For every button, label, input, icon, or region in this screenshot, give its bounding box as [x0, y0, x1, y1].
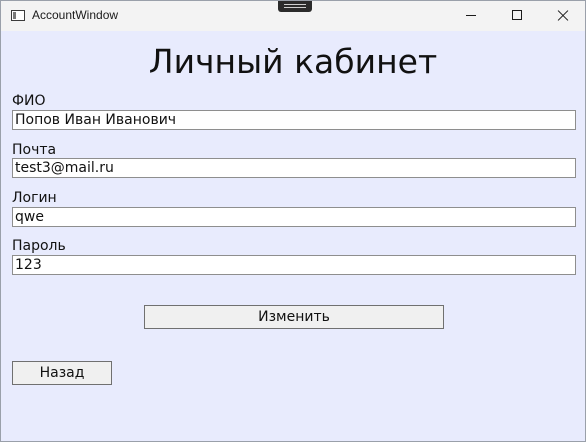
- back-button[interactable]: Назад: [12, 361, 112, 385]
- full-name-field[interactable]: [12, 110, 576, 130]
- account-window: AccountWindow Личный кабинет ФИО Почта Л…: [0, 0, 586, 442]
- title-bar[interactable]: AccountWindow: [1, 1, 585, 31]
- change-button[interactable]: Изменить: [144, 305, 444, 329]
- login-label: Логин: [12, 190, 57, 206]
- maximize-button[interactable]: [494, 1, 540, 31]
- close-button[interactable]: [540, 1, 585, 31]
- password-label: Пароль: [12, 238, 66, 254]
- email-label: Почта: [12, 142, 57, 158]
- window-app-icon: [11, 10, 25, 21]
- page-title: Личный кабинет: [148, 42, 438, 81]
- full-name-label: ФИО: [12, 93, 46, 109]
- password-field[interactable]: [12, 255, 576, 275]
- window-title: AccountWindow: [32, 8, 119, 22]
- email-field[interactable]: [12, 158, 576, 178]
- login-field[interactable]: [12, 207, 576, 227]
- minimize-button[interactable]: [448, 1, 494, 31]
- snap-layout-handle[interactable]: [278, 1, 312, 12]
